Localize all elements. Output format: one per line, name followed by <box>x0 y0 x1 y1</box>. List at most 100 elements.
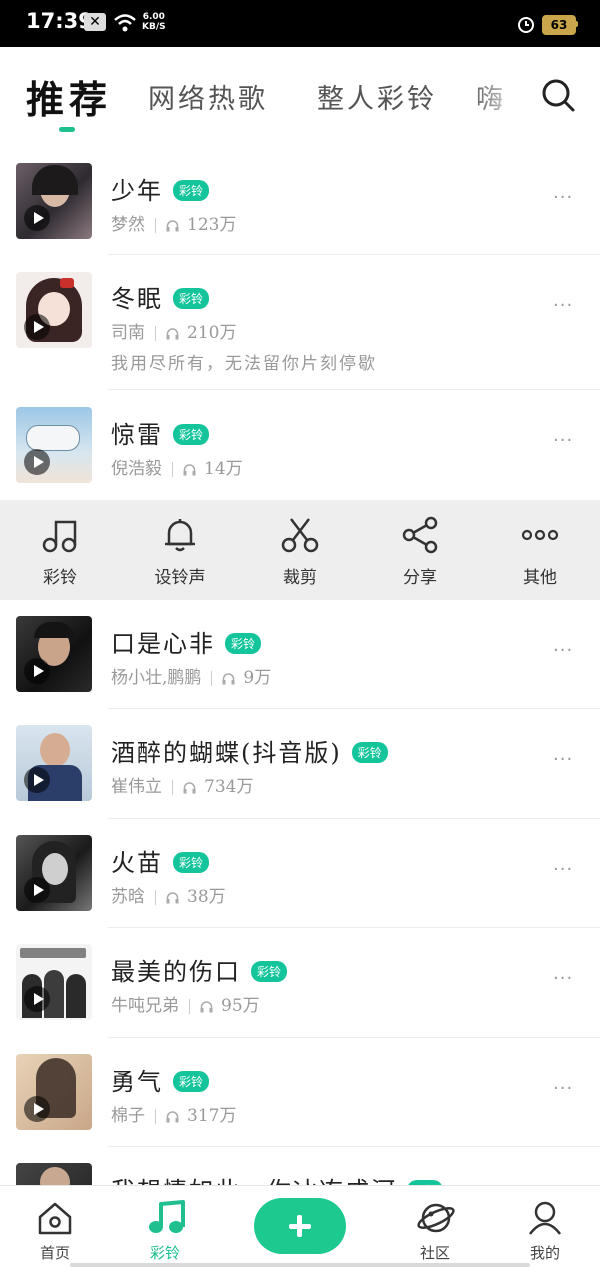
user-icon <box>529 1201 561 1235</box>
planet-icon <box>417 1203 455 1233</box>
action-label: 设铃声 <box>154 568 206 588</box>
action-other[interactable]: 其他 <box>480 500 600 600</box>
share-icon <box>402 516 438 554</box>
ringtone-tag: 彩铃 <box>173 424 210 445</box>
nav-profile[interactable]: 我的 <box>490 1186 600 1268</box>
headphone-icon <box>166 219 179 231</box>
song-title-text: 冬眠 <box>111 285 163 313</box>
song-title: 最美的伤口 彩铃 <box>111 952 288 987</box>
song-meta: 杨小壮,鹏鹏 9万 <box>111 663 271 688</box>
song-cover[interactable] <box>16 944 92 1020</box>
tab-network-hits[interactable]: 网络热歌 <box>148 77 268 116</box>
ringtone-tag: 彩铃 <box>173 1071 210 1092</box>
ringtone-tag: 彩铃 <box>173 288 210 309</box>
song-cover[interactable] <box>16 725 92 801</box>
song-artist: 崔伟立 <box>111 777 162 797</box>
song-title-text: 我想情如此，你冰冻成河 <box>111 1177 397 1185</box>
nav-label: 社区 <box>419 1244 450 1262</box>
list-item[interactable]: 勇气 彩铃 棉子 317万 ··· <box>0 1038 600 1147</box>
play-icon <box>24 877 50 903</box>
list-item[interactable]: 最美的伤口 彩铃 牛吨兄弟 95万 ··· <box>0 928 600 1038</box>
song-action-bar: 彩铃 设铃声 裁剪 分享 其他 <box>0 500 600 600</box>
headphone-icon <box>166 1110 179 1122</box>
search-icon[interactable] <box>540 77 576 113</box>
ringtone-tag: 彩铃 <box>173 852 210 873</box>
action-share[interactable]: 分享 <box>360 500 480 600</box>
song-cover[interactable] <box>16 1054 92 1130</box>
add-button[interactable] <box>254 1198 346 1254</box>
tab-prank-ringtones[interactable]: 整人彩铃 <box>317 77 437 116</box>
song-artist: 牛吨兄弟 <box>111 996 179 1016</box>
network-speed-unit: KB/S <box>142 22 166 32</box>
music-note-icon <box>42 520 77 553</box>
list-item[interactable]: 我想情如此，你冰冻成河彩铃 <box>0 1147 600 1185</box>
song-cover[interactable] <box>16 163 92 239</box>
song-cover[interactable] <box>16 407 92 483</box>
song-cover[interactable] <box>16 272 92 348</box>
song-title: 勇气 彩铃 <box>111 1062 210 1097</box>
song-artist: 司南 <box>111 323 145 343</box>
song-cover[interactable] <box>16 616 92 692</box>
list-item[interactable]: 惊雷 彩铃 倪浩毅 14万 ··· <box>0 390 600 500</box>
action-label: 裁剪 <box>283 568 317 588</box>
more-dots-icon <box>521 529 559 541</box>
action-ringtone[interactable]: 彩铃 <box>0 500 120 600</box>
top-tab-bar: 推荐 网络热歌 整人彩铃 嗨 <box>0 47 600 147</box>
song-meta: 司南 210万 <box>111 318 236 343</box>
battery-tip <box>575 21 578 27</box>
song-artist: 杨小壮,鹏鹏 <box>111 668 202 688</box>
network-speed: 6.00 KB/S <box>142 12 166 32</box>
more-button[interactable]: ··· <box>553 749 573 770</box>
more-button[interactable]: ··· <box>553 295 573 316</box>
play-count: 317万 <box>187 1106 237 1126</box>
bell-icon <box>165 519 195 552</box>
list-item[interactable]: 酒醉的蝴蝶(抖音版) 彩铃 崔伟立 734万 ··· <box>0 709 600 819</box>
song-title: 酒醉的蝴蝶(抖音版) 彩铃 <box>111 733 388 768</box>
wifi-icon <box>114 14 136 32</box>
tab-recommend[interactable]: 推荐 <box>26 69 112 124</box>
song-title-text: 少年 <box>111 177 163 205</box>
music-note-icon <box>149 1200 185 1233</box>
status-time: 17:39 <box>26 9 93 33</box>
nav-ringtone[interactable]: 彩铃 <box>110 1186 220 1268</box>
scissors-icon <box>281 518 319 553</box>
play-icon <box>24 1096 50 1122</box>
more-button[interactable]: ··· <box>553 1078 573 1099</box>
list-item[interactable]: 火苗 彩铃 苏晗 38万 ··· <box>0 819 600 928</box>
active-tab-indicator <box>59 127 75 132</box>
action-set-ringtone[interactable]: 设铃声 <box>120 500 240 600</box>
more-button[interactable]: ··· <box>553 968 573 989</box>
nav-label: 我的 <box>529 1244 560 1262</box>
ringtone-tag: 彩铃 <box>251 961 288 982</box>
more-button[interactable]: ··· <box>553 430 573 451</box>
play-count: 210万 <box>187 323 237 343</box>
list-item[interactable]: 冬眠 彩铃 司南 210万 我用尽所有，无法留你片刻停歇 ··· <box>0 255 600 390</box>
play-icon <box>24 205 50 231</box>
song-title: 冬眠 彩铃 <box>111 279 210 314</box>
song-title: 我想情如此，你冰冻成河彩铃 <box>111 1171 444 1185</box>
list-item[interactable]: 少年 彩铃 梦然 123万 ··· <box>0 147 600 255</box>
action-trim[interactable]: 裁剪 <box>240 500 360 600</box>
nav-community[interactable]: 社区 <box>380 1186 490 1268</box>
home-indicator[interactable] <box>70 1263 530 1267</box>
song-title: 火苗 彩铃 <box>111 843 210 878</box>
play-count: 734万 <box>204 777 254 797</box>
battery-level: 63 <box>550 18 568 32</box>
song-meta: 梦然 123万 <box>111 210 236 235</box>
action-label: 其他 <box>523 568 557 588</box>
alarm-icon <box>518 17 534 33</box>
more-button[interactable]: ··· <box>553 859 573 880</box>
play-count: 38万 <box>187 887 226 907</box>
song-cover[interactable] <box>16 1163 92 1185</box>
song-title-text: 火苗 <box>111 849 163 877</box>
nav-label: 彩铃 <box>149 1244 180 1262</box>
ringtone-tag: 彩铃 <box>351 742 388 763</box>
more-button[interactable]: ··· <box>553 187 573 208</box>
song-title-text: 最美的伤口 <box>111 958 241 986</box>
song-meta: 崔伟立 734万 <box>111 772 253 797</box>
play-count: 123万 <box>187 215 237 235</box>
nav-home[interactable]: 首页 <box>0 1186 110 1268</box>
song-cover[interactable] <box>16 835 92 911</box>
more-button[interactable]: ··· <box>553 640 573 661</box>
list-item[interactable]: 口是心非 彩铃 杨小壮,鹏鹏 9万 ··· <box>0 600 600 709</box>
